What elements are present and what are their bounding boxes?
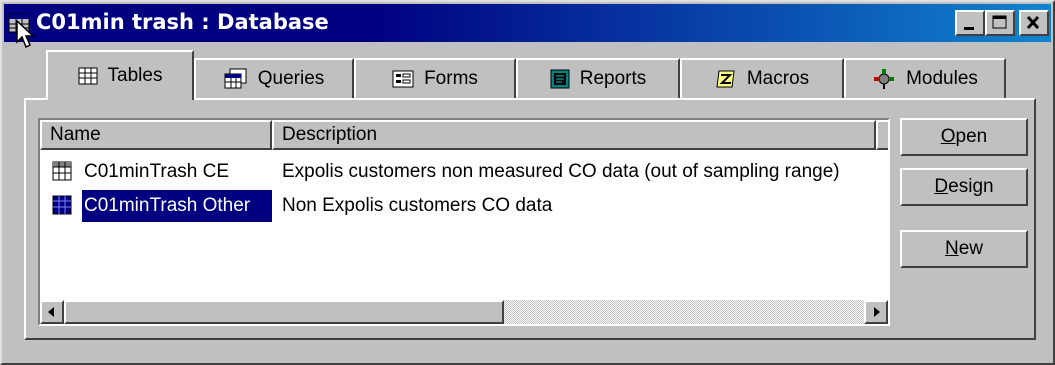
tab-modules[interactable]: Modules [844,58,1006,98]
form-icon [392,70,414,88]
close-icon [1026,15,1040,30]
tab-label-queries: Queries [257,68,325,89]
table-description: Non Expolis customers CO data [282,195,553,216]
table-name[interactable]: C01minTrash CE [84,156,229,188]
tab-reports[interactable]: Reports [516,58,680,98]
column-header-filler [876,120,888,150]
column-header-name[interactable]: Name [40,120,272,150]
tab-macros[interactable]: Macros [680,58,844,98]
minimize-button[interactable] [955,10,985,36]
title-bar[interactable]: C01min trash : Database [4,4,1051,42]
design-button[interactable]: Design [900,168,1028,206]
maximize-button[interactable] [985,10,1015,36]
window-title: C01min trash : Database [36,10,329,34]
close-button[interactable] [1019,10,1049,36]
scroll-thumb[interactable] [64,300,504,324]
list-item[interactable]: C01minTrash Other Non Expolis customers … [40,189,888,223]
table-icon [52,195,72,215]
object-list[interactable]: Name Description C01minTrash CE Expolis … [38,118,890,326]
tab-label-macros: Macros [746,68,810,89]
arrow-right-icon [874,307,880,317]
tab-label-tables: Tables [107,65,163,86]
table-icon [52,161,72,181]
minimize-icon [964,27,974,30]
maximize-icon [992,15,1007,29]
list-item[interactable]: C01minTrash CE Expolis customers non mea… [40,156,888,188]
query-icon [224,68,247,89]
table-description: Expolis customers non measured CO data (… [282,161,840,182]
open-button[interactable]: Open [900,118,1028,156]
macro-icon [716,70,735,88]
tab-forms[interactable]: Forms [354,58,516,98]
module-icon [874,69,895,89]
report-icon [550,69,570,89]
scroll-right-button[interactable] [864,300,888,324]
scroll-left-button[interactable] [40,300,64,324]
horizontal-scrollbar[interactable] [40,300,888,324]
tab-label-reports: Reports [579,68,647,89]
tab-tables[interactable]: Tables [46,50,194,100]
tab-queries[interactable]: Queries [194,58,354,98]
arrow-left-icon [48,307,54,317]
new-button[interactable]: New [900,230,1028,268]
table-icon [78,67,98,85]
mouse-cursor-icon [16,20,35,49]
tab-label-modules: Modules [906,68,978,89]
column-header-description[interactable]: Description [272,120,876,150]
tab-label-forms: Forms [424,68,478,89]
table-name[interactable]: C01minTrash Other [81,189,273,223]
